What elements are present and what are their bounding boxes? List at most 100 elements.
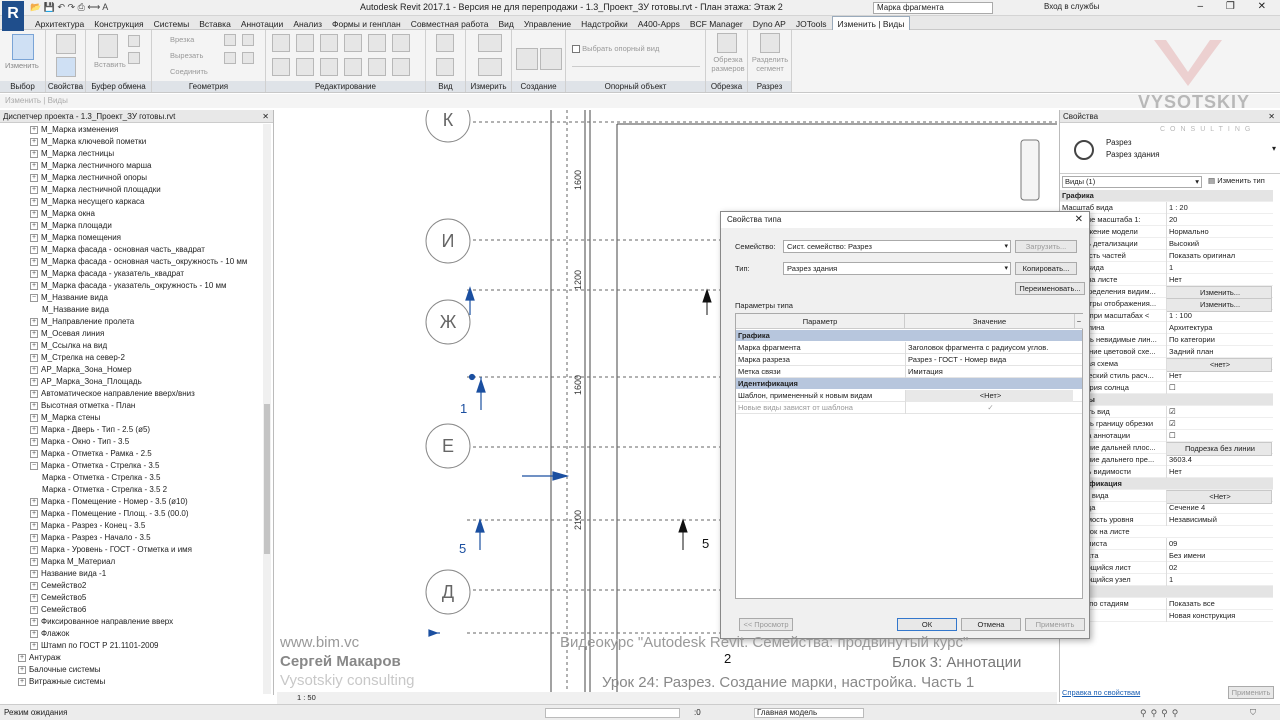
browser-item[interactable]: − М_Название вида bbox=[0, 292, 262, 304]
dimension-icon[interactable] bbox=[478, 58, 502, 76]
property-row[interactable]: Обрезать вид☑ bbox=[1060, 406, 1273, 418]
parameter-value[interactable]: Заголовок фрагмента с радиусом углов. bbox=[905, 342, 1073, 354]
expand-icon[interactable]: + bbox=[30, 281, 38, 290]
geometry-tool-icon[interactable] bbox=[224, 34, 236, 46]
join-label[interactable]: Соединить bbox=[170, 67, 208, 76]
expand-icon[interactable]: + bbox=[18, 653, 26, 662]
expand-icon[interactable]: + bbox=[30, 341, 38, 350]
property-row[interactable]: Показать невидимые лин... По категории bbox=[1060, 334, 1273, 346]
expand-icon[interactable]: + bbox=[30, 593, 38, 602]
browser-item[interactable]: + Высотная отметка - План bbox=[0, 400, 262, 412]
property-value[interactable]: Нормально bbox=[1166, 226, 1272, 238]
browser-tree[interactable]: + М_Марка изменения + М_Марка ключевой поме… bbox=[0, 124, 262, 694]
rotate-icon[interactable] bbox=[320, 58, 338, 76]
redo-icon[interactable]: ↷ bbox=[68, 2, 76, 12]
expand-icon[interactable]: + bbox=[30, 245, 38, 254]
browser-item[interactable]: + М_Осевая линия bbox=[0, 328, 262, 340]
copy-element-icon[interactable] bbox=[296, 58, 314, 76]
property-value[interactable]: Сечение 4 bbox=[1166, 502, 1272, 514]
property-row[interactable]: ДисциплинаАрхитектура bbox=[1060, 322, 1273, 334]
create-parts-icon[interactable] bbox=[516, 48, 538, 70]
property-value[interactable]: 09 bbox=[1166, 538, 1272, 550]
browser-item[interactable]: + АР_Марка_Зона_Площадь bbox=[0, 376, 262, 388]
properties-apply-button[interactable]: Применить bbox=[1228, 686, 1274, 699]
ribbon-tab[interactable]: JOTools bbox=[791, 17, 832, 31]
measure-icon[interactable]: ⟷ bbox=[87, 2, 100, 12]
crop-size-icon[interactable] bbox=[717, 33, 737, 53]
login-button[interactable]: Вход в службы bbox=[1044, 2, 1099, 11]
browser-item[interactable]: + Балочные системы bbox=[0, 664, 262, 676]
browser-item[interactable]: + Марка - Разрез - Конец - 3.5 bbox=[0, 520, 262, 532]
parameter-row[interactable]: Новые виды зависят от шаблона ✓ bbox=[736, 402, 1082, 414]
browser-item[interactable]: − Марка - Отметка - Стрелка - 3.5 bbox=[0, 460, 262, 472]
expand-icon[interactable]: + bbox=[30, 533, 38, 542]
browser-item[interactable]: М_Название вида bbox=[0, 304, 262, 316]
parameter-value[interactable]: <Нет> bbox=[905, 390, 1073, 402]
browser-scrollbar[interactable] bbox=[263, 124, 271, 694]
browser-item[interactable]: Марка - Отметка - Стрелка - 3.5 2 bbox=[0, 484, 262, 496]
expand-icon[interactable]: + bbox=[30, 413, 38, 422]
ribbon-tab[interactable]: BCF Manager bbox=[685, 17, 748, 31]
property-row[interactable]: Видимость частей Показать оригинал bbox=[1060, 250, 1273, 262]
browser-item[interactable]: + Марка - Уровень - ГОСТ - Отметка и имя bbox=[0, 544, 262, 556]
ribbon-tab[interactable]: Совместная работа bbox=[406, 17, 494, 31]
create-group-icon[interactable] bbox=[540, 48, 562, 70]
browser-item[interactable]: + М_Марка ключевой пометки bbox=[0, 136, 262, 148]
property-value[interactable]: Нет bbox=[1166, 370, 1272, 382]
expand-icon[interactable]: + bbox=[30, 149, 38, 158]
browser-item[interactable]: + АР_Марка_Зона_Номер bbox=[0, 364, 262, 376]
expand-icon[interactable]: + bbox=[30, 185, 38, 194]
expand-icon[interactable]: + bbox=[30, 545, 38, 554]
property-row[interactable]: Смещение дальнего пре... 3603.4 bbox=[1060, 454, 1273, 466]
browser-item[interactable]: + Семейство5 bbox=[0, 592, 262, 604]
cut-geometry-label[interactable]: Вырезать bbox=[170, 51, 203, 60]
property-value[interactable]: ☐ bbox=[1166, 430, 1272, 442]
geometry-tool-icon[interactable] bbox=[224, 52, 236, 64]
properties-icon[interactable] bbox=[56, 34, 76, 54]
ok-button[interactable]: ОК bbox=[897, 618, 957, 631]
browser-item[interactable]: + Автоматическое направление вверх/вниз bbox=[0, 388, 262, 400]
browser-item[interactable]: + М_Марка стены bbox=[0, 412, 262, 424]
expand-icon[interactable]: + bbox=[30, 605, 38, 614]
offset-icon[interactable] bbox=[296, 34, 314, 52]
property-row[interactable]: Переопределения видим... Изменить... bbox=[1060, 286, 1273, 300]
property-value[interactable]: Нет bbox=[1166, 274, 1272, 286]
browser-item[interactable]: + М_Марка лестничного марша bbox=[0, 160, 262, 172]
property-row[interactable]: Ссылающийся узел 1 bbox=[1060, 574, 1273, 586]
browser-item[interactable]: + М_Марка лестничной опоры bbox=[0, 172, 262, 184]
property-value[interactable]: ☑ bbox=[1166, 418, 1272, 430]
property-value[interactable]: 20 bbox=[1166, 214, 1272, 226]
expand-icon[interactable]: + bbox=[30, 329, 38, 338]
browser-item[interactable]: + Марка - Окно - Тип - 3.5 bbox=[0, 436, 262, 448]
expand-icon[interactable]: + bbox=[30, 269, 38, 278]
measure-distance-icon[interactable] bbox=[478, 34, 502, 52]
override-icon[interactable] bbox=[436, 58, 454, 76]
property-row[interactable]: Уровень детализации Высокий bbox=[1060, 238, 1273, 250]
properties-section[interactable]: Графика bbox=[1060, 190, 1273, 202]
type-dropdown[interactable]: Разрез здания ▾ bbox=[783, 262, 1011, 275]
ribbon-tab[interactable]: Вид bbox=[493, 17, 518, 31]
views-filter-dropdown[interactable]: Виды (1) ▾ bbox=[1062, 176, 1202, 188]
ribbon-tab[interactable]: Конструкция bbox=[89, 17, 148, 31]
expand-icon[interactable]: + bbox=[30, 557, 38, 566]
property-value[interactable]: Без имени bbox=[1166, 550, 1272, 562]
ribbon-tab[interactable]: Dyno AP bbox=[748, 17, 791, 31]
design-option-dropdown[interactable]: Главная модель bbox=[754, 708, 864, 718]
property-value[interactable]: 1 : 20 bbox=[1166, 202, 1272, 214]
split-icon[interactable] bbox=[368, 34, 386, 52]
split-segment-icon[interactable] bbox=[760, 33, 780, 53]
expand-icon[interactable]: + bbox=[30, 365, 38, 374]
property-value[interactable]: Высокий bbox=[1166, 238, 1272, 250]
array-icon[interactable] bbox=[344, 58, 362, 76]
expand-icon[interactable]: + bbox=[30, 377, 38, 386]
ribbon-tab[interactable]: Системы bbox=[149, 17, 195, 31]
collapse-icon[interactable]: − bbox=[30, 293, 38, 302]
browser-item[interactable]: + М_Марка фасада - указатель_квадрат bbox=[0, 268, 262, 280]
expand-icon[interactable]: + bbox=[30, 353, 38, 362]
property-row[interactable]: Зависимость уровня Независимый bbox=[1060, 514, 1273, 526]
expand-icon[interactable]: + bbox=[30, 569, 38, 578]
property-row[interactable]: Заголовок на листе bbox=[1060, 526, 1273, 538]
property-value[interactable]: 1 : 100 bbox=[1166, 310, 1272, 322]
parameter-row[interactable]: Марка разреза Разрез - ГОСТ - Номер вида bbox=[736, 354, 1082, 366]
filter-icon[interactable]: ⛉ bbox=[1250, 705, 1256, 721]
